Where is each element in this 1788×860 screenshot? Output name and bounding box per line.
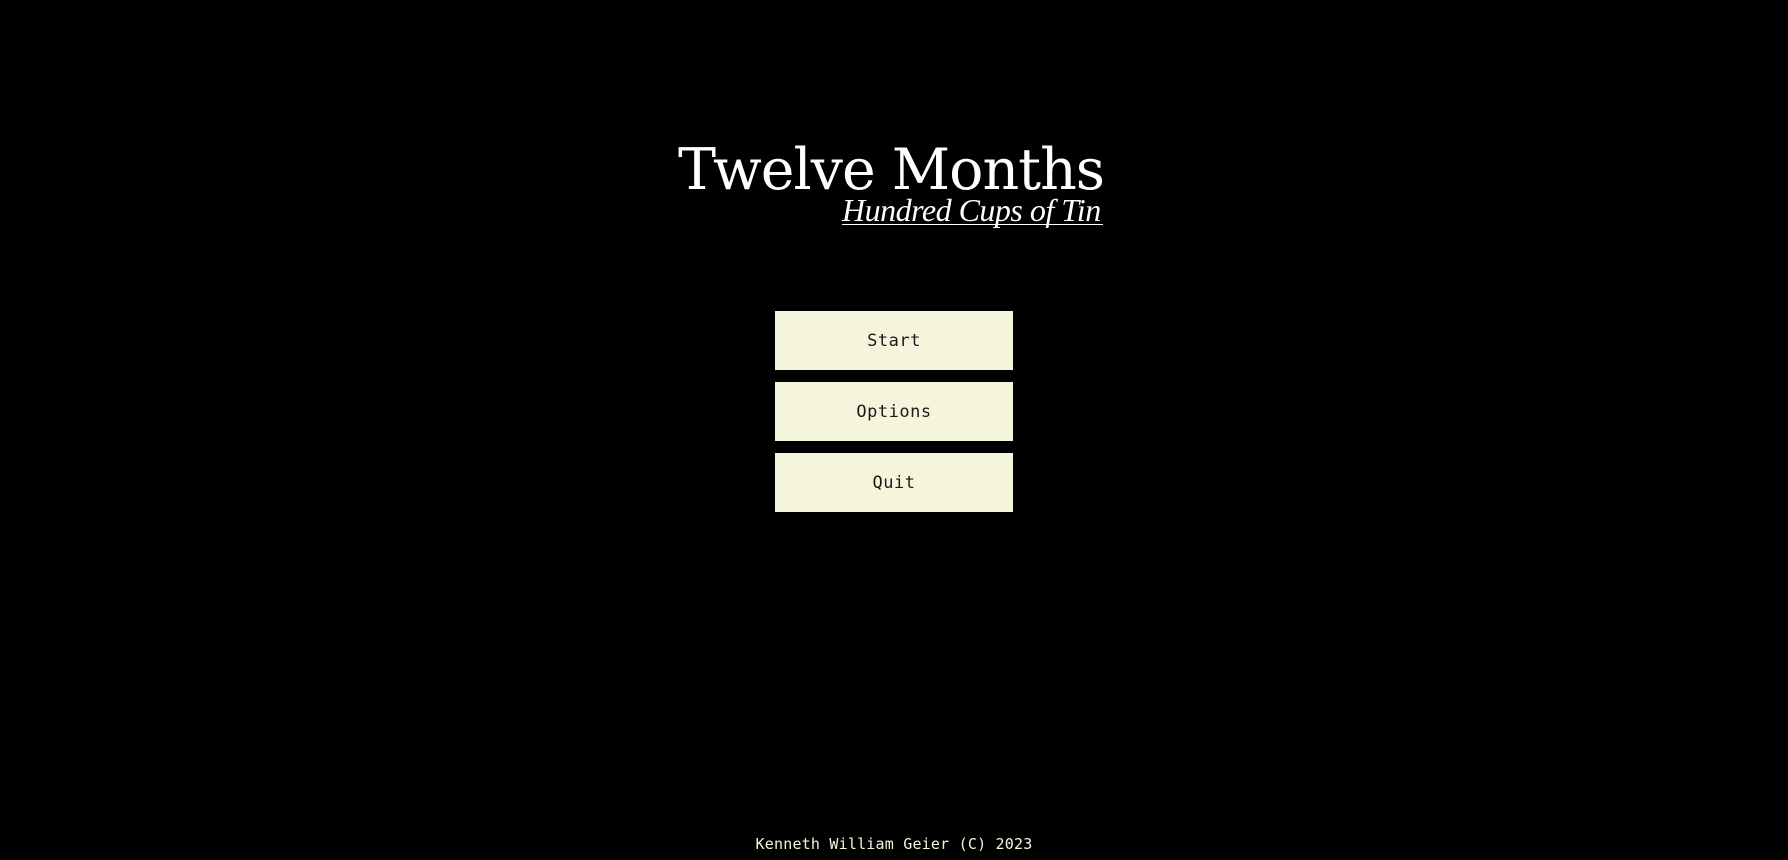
title-screen: Twelve Months Hundred Cups of Tin Start … (0, 0, 1788, 860)
game-subtitle: Hundred Cups of Tin (842, 192, 1103, 228)
start-button[interactable]: Start (775, 311, 1013, 370)
quit-button[interactable]: Quit (775, 453, 1013, 512)
copyright-footer: Kenneth William Geier (C) 2023 (755, 835, 1033, 853)
game-logo: Twelve Months Hundred Cups of Tin (678, 138, 1118, 238)
main-menu: Start Options Quit (775, 311, 1013, 524)
options-button[interactable]: Options (775, 382, 1013, 441)
